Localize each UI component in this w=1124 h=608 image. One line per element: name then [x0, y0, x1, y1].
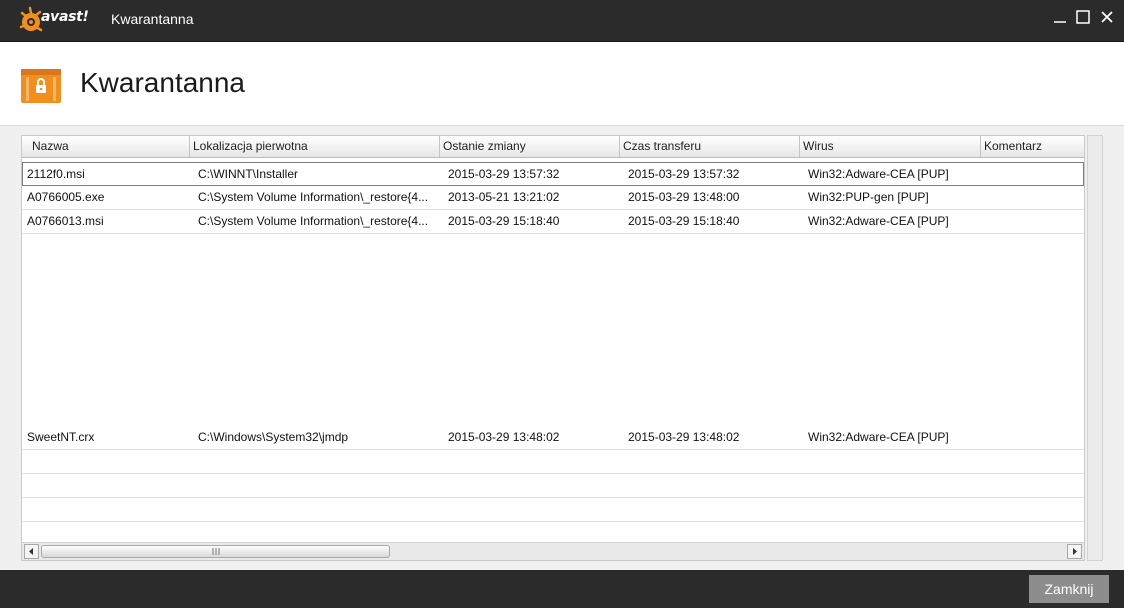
footer-bar: Zamknij — [0, 570, 1124, 608]
cell-name: A0766005.exe — [27, 190, 105, 204]
close-button[interactable]: Zamknij — [1029, 575, 1109, 603]
column-header-transferred[interactable]: Czas transferu — [620, 136, 800, 157]
minimize-icon — [1054, 21, 1066, 23]
table-row[interactable]: A0766005.exe C:\System Volume Informatio… — [22, 186, 1084, 210]
table-row[interactable]: SweetNT.crx C:\Windows\System32\jmdp 201… — [22, 426, 1084, 450]
column-header-comment[interactable]: Komentarz — [981, 136, 1084, 157]
table-row[interactable]: A0766013.msi C:\System Volume Informatio… — [22, 210, 1084, 234]
page-header: Kwarantanna — [0, 42, 1124, 126]
table-row[interactable]: 2112f0.msi C:\WINNT\Installer 2015-03-29… — [22, 162, 1084, 186]
cell-location: C:\WINNT\Installer — [198, 167, 299, 181]
page-title: Kwarantanna — [80, 67, 246, 98]
close-window-button[interactable] — [1099, 9, 1115, 25]
minimize-button[interactable] — [1052, 9, 1068, 25]
cell-virus: Win32:Adware-CEA [PUP] — [808, 167, 949, 181]
horizontal-scroll-thumb[interactable] — [41, 545, 390, 558]
vertical-scrollbar[interactable] — [1087, 135, 1103, 561]
horizontal-scrollbar[interactable] — [22, 542, 1084, 560]
cell-transferred: 2015-03-29 13:48:02 — [628, 430, 740, 444]
cell-transferred: 2015-03-29 13:48:00 — [628, 190, 740, 204]
cell-name: 2112f0.msi — [27, 167, 85, 181]
avast-logo: avast! — [18, 4, 102, 38]
arrow-left-icon — [29, 548, 33, 555]
cell-modified: 2015-03-29 13:57:32 — [448, 167, 560, 181]
table-header: Nazwa Lokalizacja pierwotna Ostanie zmia… — [22, 136, 1084, 158]
cell-name: SweetNT.crx — [27, 430, 95, 444]
avast-logo-text: avast! — [41, 9, 89, 25]
close-icon — [1101, 11, 1113, 23]
column-header-name[interactable]: Nazwa — [22, 136, 190, 157]
cell-comment — [985, 210, 1081, 233]
window-title: Kwarantanna — [111, 11, 194, 27]
cell-location: C:\System Volume Information\_restore{4.… — [198, 214, 429, 228]
grip-icon — [212, 548, 220, 555]
cell-transferred: 2015-03-29 13:57:32 — [628, 167, 740, 181]
cell-modified: 2015-03-29 15:18:40 — [448, 214, 560, 228]
cell-location: C:\System Volume Information\_restore{4.… — [198, 190, 429, 204]
empty-row — [22, 474, 1084, 498]
cell-virus: Win32:Adware-CEA [PUP] — [808, 214, 949, 228]
cell-comment — [985, 426, 1081, 449]
cell-comment — [985, 186, 1081, 209]
cell-transferred: 2015-03-29 15:18:40 — [628, 214, 740, 228]
maximize-icon — [1076, 10, 1090, 24]
column-header-location[interactable]: Lokalizacja pierwotna — [190, 136, 440, 157]
arrow-right-icon — [1073, 548, 1077, 555]
cell-virus: Win32:Adware-CEA [PUP] — [808, 430, 949, 444]
column-header-virus[interactable]: Wirus — [800, 136, 981, 157]
empty-row — [22, 450, 1084, 474]
title-bar: avast! Kwarantanna — [0, 0, 1124, 42]
content-area: Nazwa Lokalizacja pierwotna Ostanie zmia… — [0, 126, 1124, 570]
cell-modified: 2015-03-29 13:48:02 — [448, 430, 560, 444]
cell-name: A0766013.msi — [27, 214, 104, 228]
quarantine-table: Nazwa Lokalizacja pierwotna Ostanie zmia… — [21, 135, 1085, 561]
empty-row — [22, 498, 1084, 522]
quarantine-chest-icon — [21, 69, 61, 103]
cell-location: C:\Windows\System32\jmdp — [198, 430, 349, 444]
cell-modified: 2013-05-21 13:21:02 — [448, 190, 560, 204]
scroll-right-button[interactable] — [1067, 544, 1082, 559]
scroll-left-button[interactable] — [24, 544, 39, 559]
maximize-button[interactable] — [1075, 9, 1091, 25]
cell-comment — [985, 163, 1081, 186]
column-header-modified[interactable]: Ostanie zmiany — [440, 136, 620, 157]
cell-virus: Win32:PUP-gen [PUP] — [808, 190, 929, 204]
